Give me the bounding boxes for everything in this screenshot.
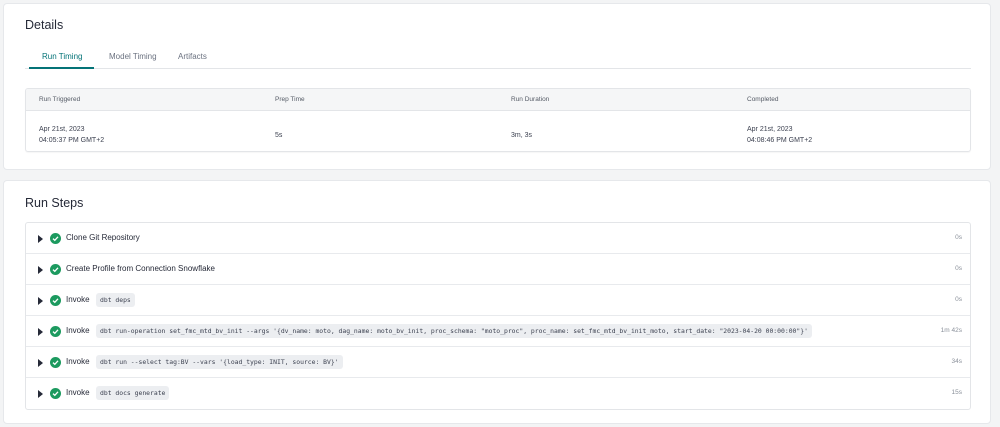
run-steps-list: Clone Git Repository 0s Create Profile f… xyxy=(25,222,971,410)
details-card: Details Run Timing Model Timing Artifact… xyxy=(3,3,991,170)
run-triggered-value: Apr 21st, 2023 04:05:37 PM GMT+2 xyxy=(39,124,104,146)
completed-date: Apr 21st, 2023 xyxy=(747,126,793,133)
step-label: Clone Git Repository xyxy=(66,233,140,242)
step-duration: 1m 42s xyxy=(940,327,962,334)
tab-run-timing[interactable]: Run Timing xyxy=(42,52,82,61)
step-command: dbt deps xyxy=(96,293,135,307)
run-step-invoke-dbt-docs-generate[interactable]: Invoke dbt docs generate 15s xyxy=(26,378,970,409)
run-steps-card: Run Steps Clone Git Repository 0s Create… xyxy=(3,180,991,424)
step-duration: 34s xyxy=(951,358,962,365)
run-duration-value: 3m, 3s xyxy=(511,132,533,139)
prep-time-value: 5s xyxy=(275,132,283,139)
caret-right-icon[interactable] xyxy=(38,297,43,305)
tab-artifacts[interactable]: Artifacts xyxy=(178,52,207,61)
details-tabs: Run Timing Model Timing Artifacts xyxy=(25,47,971,69)
run-step-invoke-dbt-run[interactable]: Invoke dbt run --select tag:BV --vars '{… xyxy=(26,347,970,378)
step-duration: 15s xyxy=(951,389,962,396)
step-label: Invoke xyxy=(66,295,90,304)
step-duration: 0s xyxy=(955,296,962,303)
header-completed: Completed xyxy=(747,96,779,103)
caret-right-icon[interactable] xyxy=(38,390,43,398)
header-run-triggered: Run Triggered xyxy=(39,96,81,103)
timing-header-row: Run Triggered Prep Time Run Duration Com… xyxy=(26,89,970,111)
success-check-icon xyxy=(50,388,61,399)
tab-model-timing[interactable]: Model Timing xyxy=(109,52,157,61)
step-label: Create Profile from Connection Snowflake xyxy=(66,264,215,273)
success-check-icon xyxy=(50,264,61,275)
caret-right-icon[interactable] xyxy=(38,266,43,274)
success-check-icon xyxy=(50,357,61,368)
success-check-icon xyxy=(50,233,61,244)
details-title: Details xyxy=(25,18,64,32)
step-label: Invoke xyxy=(66,326,90,335)
step-command: dbt run-operation set_fmc_mtd_bv_init --… xyxy=(96,324,812,338)
run-steps-title: Run Steps xyxy=(25,196,84,210)
step-label: Invoke xyxy=(66,357,90,366)
caret-right-icon[interactable] xyxy=(38,235,43,243)
completed-time: 04:08:46 PM GMT+2 xyxy=(747,137,813,144)
run-triggered-date: Apr 21st, 2023 xyxy=(39,126,85,133)
caret-right-icon[interactable] xyxy=(38,359,43,367)
success-check-icon xyxy=(50,326,61,337)
step-command: dbt run --select tag:BV --vars '{load_ty… xyxy=(96,355,343,369)
step-command: dbt docs generate xyxy=(96,386,170,400)
success-check-icon xyxy=(50,295,61,306)
step-label: Invoke xyxy=(66,388,90,397)
caret-right-icon[interactable] xyxy=(38,328,43,336)
run-step-create-profile[interactable]: Create Profile from Connection Snowflake… xyxy=(26,254,970,285)
completed-value: Apr 21st, 2023 04:08:46 PM GMT+2 xyxy=(747,124,812,146)
active-tab-indicator xyxy=(29,67,94,69)
header-prep-time: Prep Time xyxy=(275,96,305,103)
run-step-clone-git-repository[interactable]: Clone Git Repository 0s xyxy=(26,223,970,254)
run-timing-table: Run Triggered Prep Time Run Duration Com… xyxy=(25,88,971,152)
step-duration: 0s xyxy=(955,265,962,272)
run-step-invoke-dbt-run-operation[interactable]: Invoke dbt run-operation set_fmc_mtd_bv_… xyxy=(26,316,970,347)
run-triggered-time: 04:05:37 PM GMT+2 xyxy=(39,137,105,144)
step-duration: 0s xyxy=(955,234,962,241)
header-run-duration: Run Duration xyxy=(511,96,550,103)
run-step-invoke-dbt-deps[interactable]: Invoke dbt deps 0s xyxy=(26,285,970,316)
